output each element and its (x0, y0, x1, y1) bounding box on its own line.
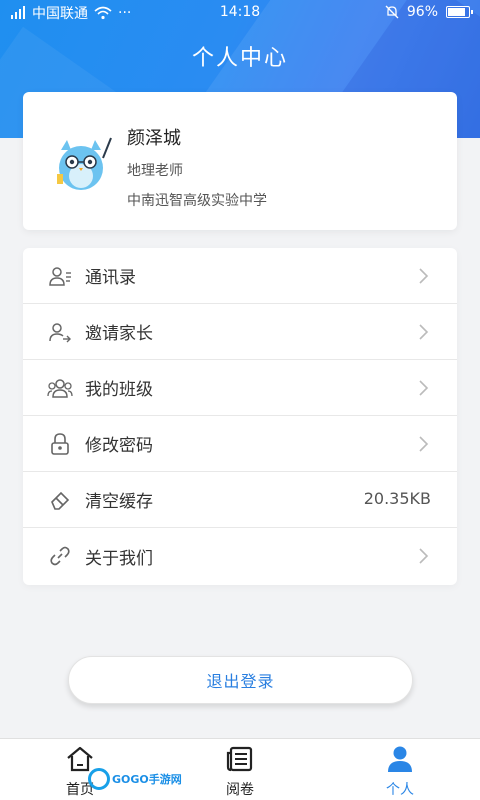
settings-menu: 通讯录 邀请家长 我的班级 修改密码 清空缓存 20.35KB 关于我们 (23, 248, 457, 585)
tab-label: 个人 (386, 782, 414, 798)
profile-card[interactable]: 颜泽城 地理老师 中南迅智高级实验中学 (23, 92, 457, 230)
contacts-icon (47, 263, 73, 289)
menu-item-label: 修改密码 (85, 436, 153, 456)
lock-icon (47, 431, 73, 457)
menu-item-label: 邀请家长 (85, 324, 153, 344)
person-icon (388, 746, 412, 772)
eraser-icon (47, 487, 73, 513)
tab-label: 阅卷 (226, 782, 254, 798)
link-icon (47, 543, 73, 569)
menu-item-my-class[interactable]: 我的班级 (23, 360, 457, 416)
menu-item-about-us[interactable]: 关于我们 (23, 528, 457, 584)
logout-button[interactable]: 退出登录 (68, 656, 413, 704)
chevron-right-icon (419, 380, 429, 396)
paper-icon (226, 746, 253, 772)
status-bar: 中国联通 ··· 14:18 96% (0, 0, 480, 26)
menu-item-label: 我的班级 (85, 380, 153, 400)
watermark-logo: GOGO手游网 (88, 768, 182, 790)
battery-icon (446, 6, 473, 18)
menu-item-label: 通讯录 (85, 268, 136, 288)
chevron-right-icon (419, 436, 429, 452)
watermark-text: GOGO手游网 (112, 773, 182, 786)
menu-item-invite-parent[interactable]: 邀请家长 (23, 304, 457, 360)
profile-name: 颜泽城 (127, 128, 181, 149)
profile-role: 地理老师 (127, 163, 183, 179)
watermark-circle-icon (88, 768, 110, 790)
tab-grading[interactable]: 阅卷 (160, 739, 320, 800)
class-group-icon (47, 375, 73, 401)
menu-item-label: 关于我们 (85, 548, 153, 569)
invite-parent-icon (47, 319, 73, 345)
chevron-right-icon (419, 268, 429, 284)
tab-personal[interactable]: 个人 (320, 739, 480, 800)
mute-bell-icon (385, 5, 399, 19)
chevron-right-icon (419, 548, 429, 564)
page-title: 个人中心 (191, 46, 288, 71)
cache-size: 20.35KB (363, 489, 431, 508)
menu-item-change-password[interactable]: 修改密码 (23, 416, 457, 472)
owl-teacher-avatar (57, 137, 112, 190)
menu-item-contacts[interactable]: 通讯录 (23, 248, 457, 304)
chevron-right-icon (419, 324, 429, 340)
battery-percent: 96% (406, 4, 438, 20)
profile-school: 中南迅智高级实验中学 (127, 193, 267, 209)
menu-item-clear-cache[interactable]: 清空缓存 20.35KB (23, 472, 457, 528)
bottom-tabbar: 首页 阅卷 个人 (0, 738, 480, 800)
